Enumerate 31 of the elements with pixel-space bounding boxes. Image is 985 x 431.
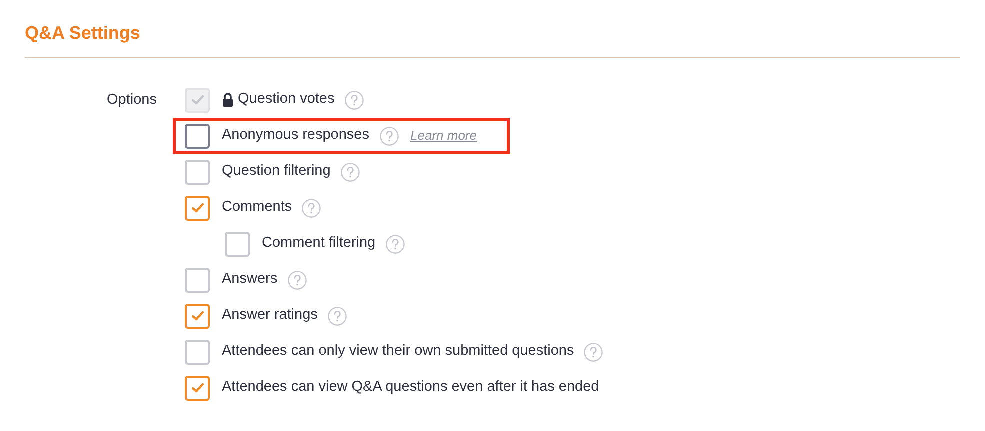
help-icon[interactable] <box>288 270 307 290</box>
help-icon[interactable] <box>340 162 360 182</box>
option-label: Anonymous responses <box>222 126 370 146</box>
checkbox[interactable] <box>185 124 210 148</box>
help-icon[interactable] <box>328 306 347 326</box>
help-icon[interactable] <box>386 234 405 254</box>
check-icon <box>190 202 204 214</box>
help-icon[interactable] <box>584 342 604 362</box>
option-label: Comments <box>222 198 292 218</box>
option-label: Question votes <box>238 90 335 110</box>
help-icon[interactable] <box>380 126 398 146</box>
checkbox[interactable] <box>185 196 210 220</box>
options-label: Options <box>106 91 158 110</box>
checkbox[interactable] <box>185 340 210 364</box>
help-icon[interactable] <box>302 198 322 218</box>
option-label: Answers <box>222 270 278 290</box>
option-label: Answer ratings <box>222 306 318 326</box>
check-icon <box>190 310 204 322</box>
checkbox[interactable] <box>185 304 210 328</box>
section-title: Q&A Settings <box>25 20 960 58</box>
checkbox[interactable] <box>225 232 250 256</box>
option-label: Attendees can only view their own submitted questions <box>222 342 574 362</box>
checkbox[interactable] <box>185 160 210 184</box>
option-label: Attendees can view Q&A questions even after it has ended <box>222 378 600 398</box>
option-label: Question filtering <box>222 162 331 182</box>
checkbox[interactable] <box>185 376 210 400</box>
check-icon <box>190 94 204 106</box>
checkbox[interactable] <box>185 268 210 292</box>
option-label: Comment filtering <box>262 234 376 254</box>
check-icon <box>190 382 204 394</box>
learn-more-link[interactable]: Learn more <box>410 126 477 146</box>
